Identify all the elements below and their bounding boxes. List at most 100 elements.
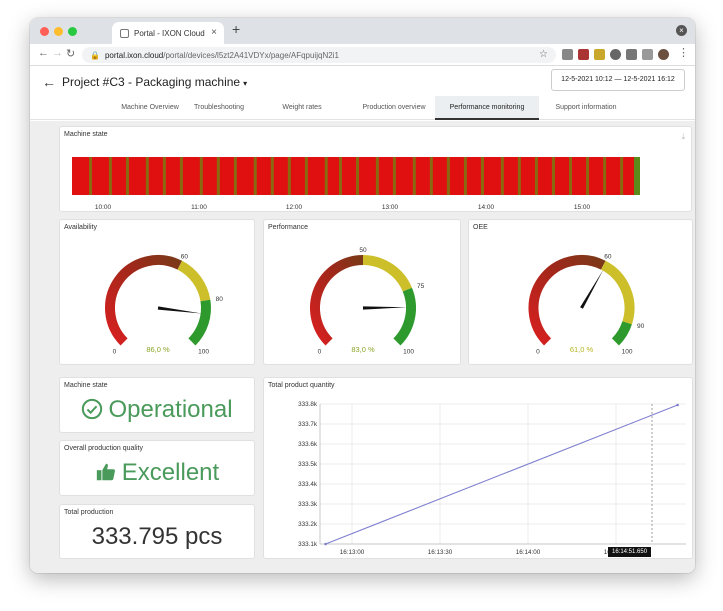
timeline-idle-segment — [534, 157, 538, 195]
url-path: /portal/devices/l5zt2A41VDYx/page/AFqpui… — [163, 50, 339, 60]
timeline-x-tick-label: 14:00 — [478, 204, 495, 211]
timeline-idle-segment — [375, 157, 379, 195]
gauge-max-label: 100 — [622, 349, 633, 356]
close-window-icon[interactable] — [40, 27, 49, 36]
tab-close-icon[interactable]: × — [211, 27, 217, 38]
timeline-end-segment — [634, 157, 640, 195]
total-production-value: 333.795 pcs — [91, 523, 223, 550]
page-tabs: Machine Overview Troubleshooting Weight … — [30, 96, 695, 120]
date-range-picker[interactable]: 12-5-2021 10:12 — 12-5-2021 16:12 — [551, 69, 685, 91]
chart-y-tick-label: 333.2k — [298, 521, 318, 528]
timeline-idle-segment — [233, 157, 237, 195]
chart-x-tick-label: 16:13:30 — [428, 549, 453, 556]
timeline-idle-segment — [270, 157, 274, 195]
browser-toolbar: ← → ↻ 🔒 portal.ixon.cloud/portal/devices… — [30, 44, 695, 66]
timeline-idle-segment — [145, 157, 149, 195]
gauge-needle — [580, 269, 604, 309]
tab-production-overview[interactable]: Production overview — [346, 96, 442, 120]
project-title-dropdown[interactable]: Project #C3 - Packaging machine ▾ — [62, 75, 247, 89]
card-title: Overall production quality — [64, 445, 143, 452]
total-product-quantity-chart: 333.1k 333.2k 333.3k 333.4k 333.5k 333.6k 333.… — [298, 401, 686, 556]
chart-data-point — [676, 403, 679, 407]
timeline-idle-segment — [463, 157, 467, 195]
portal-page: ← Project #C3 - Packaging machine ▾ 12-5-… — [30, 66, 695, 573]
extension-icon[interactable] — [578, 49, 589, 60]
gauge-green-zone — [188, 299, 211, 346]
timeline-x-tick-label: 13:00 — [382, 204, 399, 211]
gauge-red-zone — [528, 255, 606, 346]
puzzle-extension-icon[interactable] — [626, 49, 637, 60]
tab-troubleshooting[interactable]: Troubleshooting — [178, 96, 260, 120]
gauge-yellow-zone — [177, 260, 211, 302]
playlist-icon[interactable] — [642, 49, 653, 60]
chart-y-tick-label: 333.4k — [298, 481, 318, 488]
camera-extension-icon[interactable] — [562, 49, 573, 60]
performance-gauge-card: Performance 0 100 50 75 83,0 % — [263, 219, 461, 365]
forward-nav-icon[interactable]: → — [52, 47, 63, 59]
browser-tab-title: Portal - IXON Cloud — [134, 28, 205, 38]
timeline-idle-segment — [500, 157, 504, 195]
gauge-yellow-zone — [600, 260, 635, 325]
dashboard-content: Machine state ⤓ 10:00 11:00 12:00 13:00 14:0… — [30, 121, 695, 573]
tab-support-information[interactable]: Support information — [542, 96, 630, 120]
gauge-min-label: 0 — [318, 349, 322, 356]
address-bar[interactable]: 🔒 portal.ixon.cloud/portal/devices/l5zt2… — [82, 47, 556, 63]
timeline-idle-segment — [125, 157, 129, 195]
new-tab-button[interactable]: + — [232, 21, 240, 37]
machine-state-value: Operational — [60, 396, 254, 424]
back-nav-icon[interactable]: ← — [38, 47, 49, 59]
chart-y-tick-label: 333.8k — [298, 401, 318, 408]
chart-y-tick-label: 333.7k — [298, 421, 318, 428]
timeline-idle-segment — [199, 157, 203, 195]
gauge-value-label: 86,0 % — [146, 345, 170, 354]
bookmark-star-icon[interactable]: ☆ — [539, 49, 548, 60]
timeline-idle-segment — [179, 157, 183, 195]
timeline-idle-segment — [253, 157, 257, 195]
production-quality-card: Overall production quality Excellent — [59, 440, 255, 496]
tab-weight-rates[interactable]: Weight rates — [267, 96, 337, 120]
timeline-x-tick-label: 10:00 — [95, 204, 112, 211]
gauge-mark-label: 60 — [181, 253, 189, 260]
production-quality-value: Excellent — [60, 459, 254, 487]
caret-down-icon: ▾ — [243, 79, 248, 88]
extension-icon[interactable] — [594, 49, 605, 60]
machine-state-card: Machine state Operational — [59, 377, 255, 433]
tab-performance-monitoring[interactable]: Performance monitoring — [435, 96, 539, 120]
browser-window: Portal - IXON Cloud × + × ← → ↻ 🔒 portal… — [30, 18, 695, 573]
page-title: Project #C3 - Packaging machine — [62, 75, 241, 89]
browser-tab[interactable]: Portal - IXON Cloud × — [112, 22, 224, 44]
minimize-window-icon[interactable] — [54, 27, 63, 36]
timeline-idle-segment — [551, 157, 555, 195]
chart-series-line — [325, 404, 678, 545]
timeline-idle-segment — [356, 157, 359, 195]
chart-data-point — [324, 542, 327, 546]
window-close-icon[interactable]: × — [676, 25, 687, 36]
timeline-idle-segment — [517, 157, 521, 195]
timeline-idle-segment — [429, 157, 433, 195]
timeline-x-tick-label: 15:00 — [574, 204, 591, 211]
extension-icon[interactable] — [610, 49, 621, 60]
chart-x-tick-label: 16:14:00 — [516, 549, 541, 556]
back-arrow-icon[interactable]: ← — [42, 74, 56, 90]
avatar[interactable] — [658, 49, 669, 60]
gauge-mark-label: 90 — [637, 323, 645, 330]
reload-icon[interactable]: ↻ — [66, 47, 75, 60]
quality-status-text: Excellent — [121, 459, 220, 486]
timeline-idle-segment — [216, 157, 220, 195]
timeline-idle-segment — [392, 157, 396, 195]
gauge-max-label: 100 — [198, 349, 209, 356]
timeline-idle-segment — [338, 157, 342, 195]
maximize-window-icon[interactable] — [68, 27, 77, 36]
machine-state-timeline-chart: 10:00 11:00 12:00 13:00 14:00 15:00 — [72, 157, 640, 211]
total-product-quantity-card: Total product quantity 333.1k 333.2k 333.3… — [263, 377, 693, 559]
gauge-mark-label: 50 — [359, 247, 367, 254]
card-title: Total production — [64, 509, 114, 516]
chart-x-tick-label: 16:13:00 — [340, 549, 365, 556]
thumbs-up-icon — [96, 463, 115, 481]
browser-menu-icon[interactable]: ⋮ — [678, 46, 689, 59]
lock-icon: 🔒 — [90, 50, 100, 60]
chart-y-tick-label: 333.5k — [298, 461, 318, 468]
chart-y-tick-label: 333.1k — [298, 541, 318, 548]
timeline-idle-segment — [412, 157, 416, 195]
timeline-idle-segment — [287, 157, 291, 195]
